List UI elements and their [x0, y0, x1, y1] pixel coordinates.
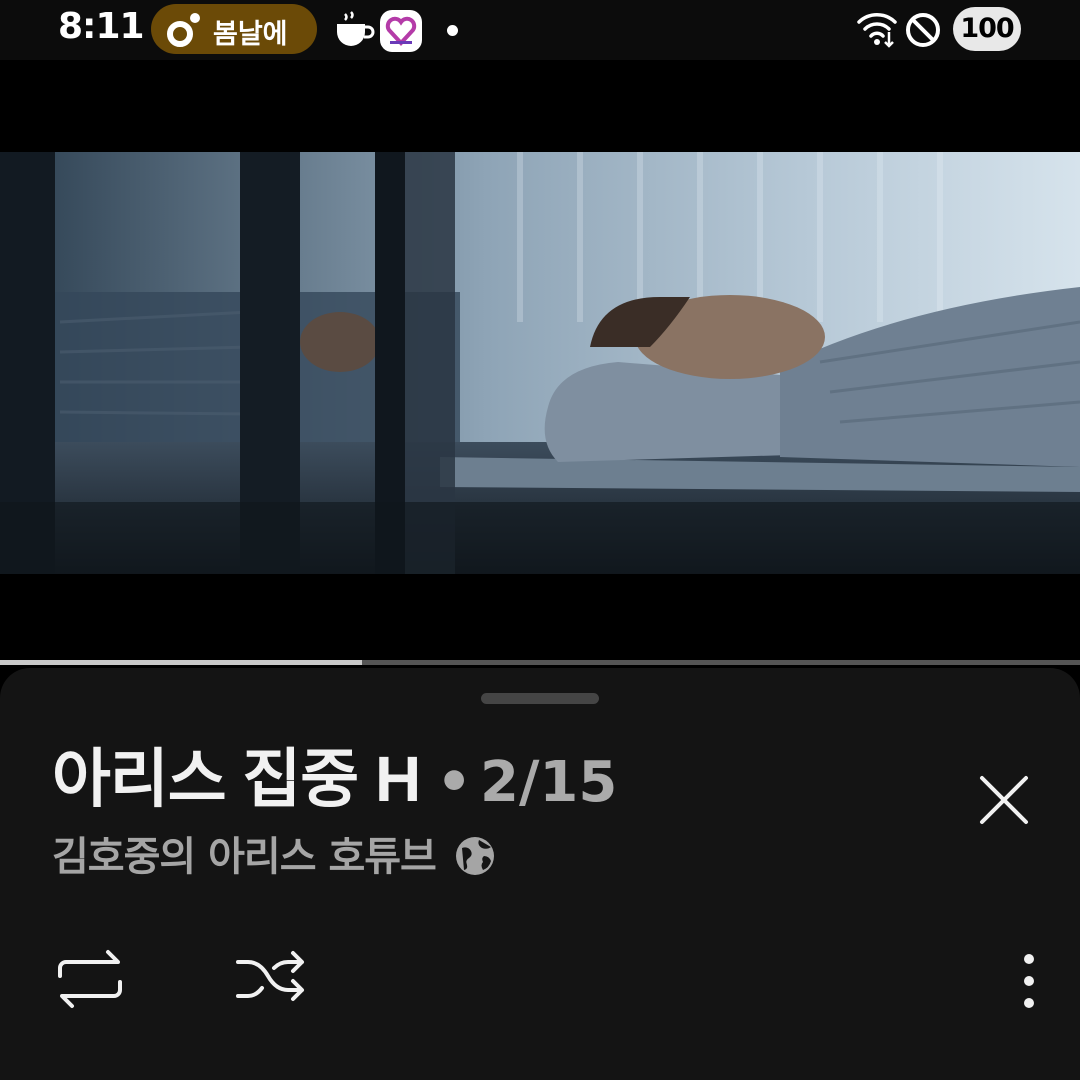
do-not-disturb-icon: [906, 13, 940, 47]
playlist-position: 2/15: [479, 750, 618, 815]
video-progress-fill: [0, 660, 362, 665]
globe-icon: [455, 837, 494, 875]
status-bar: 8:11 봄날에 100: [0, 0, 1080, 60]
video-progress-bar[interactable]: [0, 660, 1080, 665]
more-vertical-icon[interactable]: [1014, 950, 1044, 1012]
channel-name: 김호중의 아리스 호튜브: [52, 834, 437, 880]
shuffle-icon[interactable]: [234, 948, 306, 1010]
media-chip[interactable]: 봄날에: [151, 4, 317, 54]
battery-indicator: 100: [953, 7, 1021, 51]
video-player[interactable]: [0, 60, 1080, 660]
channel-row[interactable]: 김호중의 아리스 호튜브: [52, 824, 497, 882]
playlist-title: 아리스 집중 H: [52, 743, 421, 815]
music-note-icon: [167, 13, 200, 47]
loop-icon[interactable]: [54, 948, 126, 1010]
wifi-icon: [857, 13, 897, 48]
notification-dot: [447, 25, 458, 36]
screen: 8:11 봄날에 100 아리스 집중 H • 2/15 김호중의 아리스 호튜…: [0, 0, 1080, 1080]
status-time: 8:11: [58, 6, 145, 47]
video-frame: [0, 152, 1080, 574]
title-separator: •: [436, 750, 472, 815]
media-chip-label: 봄날에: [213, 19, 288, 50]
heart-app-icon: [380, 10, 422, 52]
coffee-app-icon: [337, 11, 375, 46]
playlist-title-row: 아리스 집중 H • 2/15: [52, 728, 617, 820]
playlist-panel: 아리스 집중 H • 2/15 김호중의 아리스 호튜브: [0, 668, 1080, 1080]
close-icon[interactable]: [972, 768, 1036, 832]
drag-handle[interactable]: [481, 693, 599, 704]
